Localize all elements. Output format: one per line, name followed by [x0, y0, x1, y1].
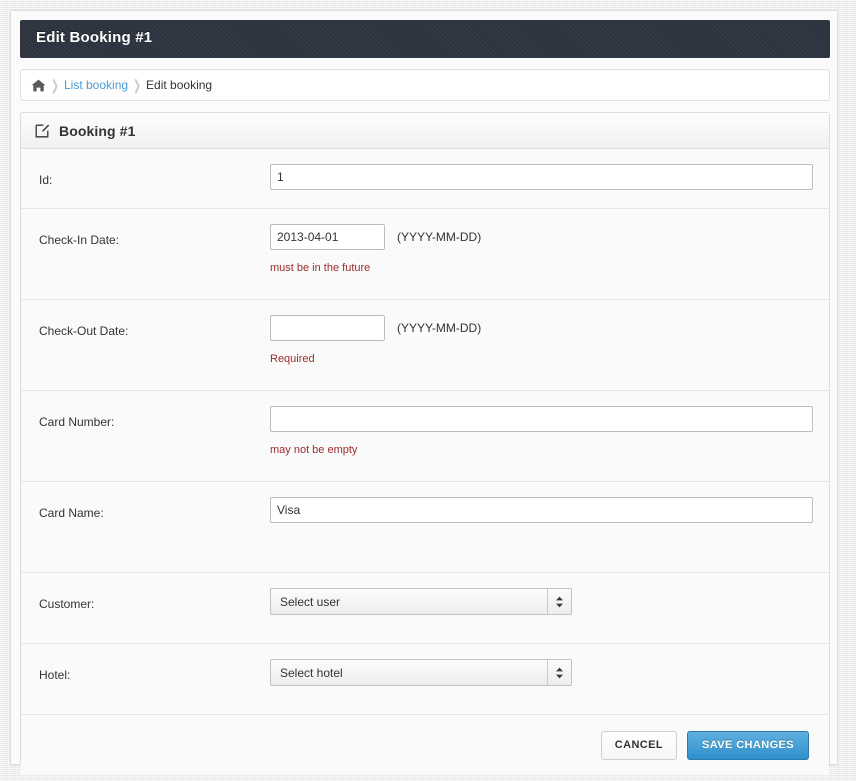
- check-out-date-error: Required: [270, 353, 315, 365]
- field-control-card-number: may not be empty: [270, 391, 829, 472]
- breadcrumb-separator-1: ❯: [50, 77, 60, 93]
- select-spinner-icon: [547, 660, 571, 685]
- form-row-card-number: Card Number: may not be empty: [21, 391, 829, 482]
- field-control-hotel: Select hotel: [270, 644, 829, 702]
- form-row-hotel: Hotel: Select hotel: [21, 644, 829, 715]
- field-label-customer: Customer:: [39, 597, 95, 611]
- form-row-card-name: Card Name:: [21, 482, 829, 573]
- id-input[interactable]: [270, 164, 813, 190]
- form-row-check-in-date: Check-In Date: (YYYY-MM-DD) must be in t…: [21, 209, 829, 300]
- customer-select-value: Select user: [280, 594, 341, 609]
- page-title: Edit Booking #1: [36, 29, 153, 46]
- field-control-check-in-date: (YYYY-MM-DD) must be in the future: [270, 209, 829, 290]
- form-row-customer: Customer: Select user: [21, 573, 829, 644]
- field-label-hotel: Hotel:: [39, 668, 71, 682]
- check-out-date-input[interactable]: [270, 315, 385, 341]
- field-control-customer: Select user: [270, 573, 829, 631]
- field-control-card-name: [270, 482, 829, 539]
- hotel-select[interactable]: Select hotel: [270, 659, 572, 686]
- card-number-input[interactable]: [270, 406, 813, 432]
- field-label-card-number: Card Number:: [39, 415, 115, 429]
- field-label-check-out-date: Check-Out Date:: [39, 324, 129, 338]
- card-number-error: may not be empty: [270, 444, 358, 456]
- save-changes-button[interactable]: Save Changes: [687, 730, 809, 760]
- booking-form-panel: Booking #1 Id: Check-In Date: (YYYY-MM-D…: [20, 112, 830, 775]
- breadcrumb-item-list-booking[interactable]: List booking: [64, 78, 128, 92]
- breadcrumb-item-edit-booking: Edit booking: [146, 78, 213, 92]
- panel-heading: Booking #1: [21, 113, 829, 149]
- form-row-id: Id:: [21, 149, 829, 209]
- page-header-bar: Edit Booking #1: [20, 20, 830, 58]
- panel-title: Booking #1: [59, 122, 136, 139]
- breadcrumb: ❯ List booking ❯ Edit booking: [20, 69, 830, 101]
- app-container: Edit Booking #1 ❯ List booking ❯ Edit bo…: [10, 10, 838, 775]
- field-control-id: [270, 149, 829, 206]
- check-in-date-format-hint: (YYYY-MM-DD): [397, 230, 482, 244]
- home-icon[interactable]: [31, 79, 46, 92]
- customer-select[interactable]: Select user: [270, 588, 572, 615]
- field-label-check-in-date: Check-In Date:: [39, 233, 120, 247]
- field-control-check-out-date: (YYYY-MM-DD) Required: [270, 300, 829, 381]
- cancel-button[interactable]: Cancel: [600, 730, 677, 760]
- field-label-id: Id:: [39, 173, 53, 187]
- check-out-date-format-hint: (YYYY-MM-DD): [397, 321, 482, 335]
- form-actions: Cancel Save Changes: [21, 715, 829, 775]
- check-in-date-error: must be in the future: [270, 262, 371, 274]
- hotel-select-value: Select hotel: [280, 665, 343, 680]
- breadcrumb-separator-2: ❯: [132, 77, 142, 93]
- card-name-input[interactable]: [270, 497, 813, 523]
- field-label-card-name: Card Name:: [39, 506, 104, 520]
- form-row-check-out-date: Check-Out Date: (YYYY-MM-DD) Required: [21, 300, 829, 391]
- select-spinner-icon: [547, 589, 571, 614]
- check-in-date-input[interactable]: [270, 224, 385, 250]
- edit-square-icon: [35, 123, 50, 138]
